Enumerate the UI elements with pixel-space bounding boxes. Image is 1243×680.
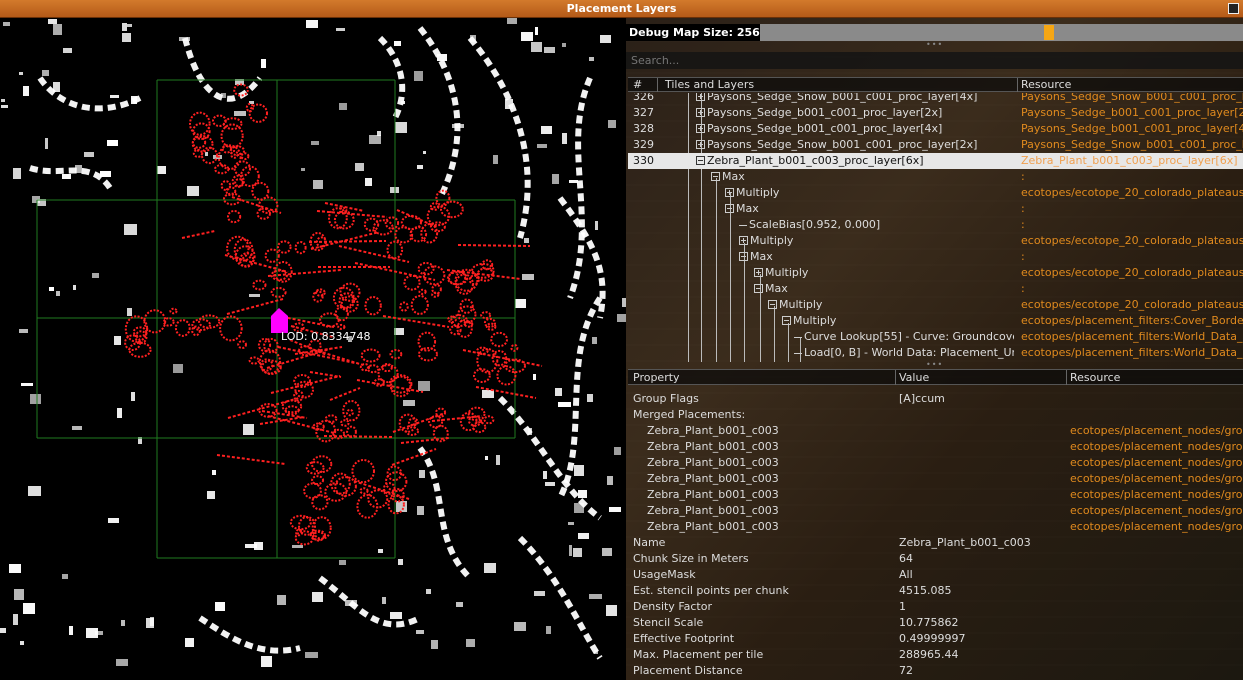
column-header-property[interactable]: Property xyxy=(633,370,680,385)
property-row[interactable]: Density Factor 1 xyxy=(628,599,1243,615)
tree-row[interactable]: 329 Paysons_Sedge_Snow_b001_c001_proc_la… xyxy=(628,137,1243,153)
close-icon[interactable] xyxy=(1228,3,1239,14)
tree-row[interactable]: ScaleBias[0.952, 0.000] : xyxy=(628,217,1243,233)
tree-row[interactable]: 326 Paysons_Sedge_Snow_b001_c001_proc_la… xyxy=(628,93,1243,105)
property-row[interactable]: Max. Placement per tile 288965.44 xyxy=(628,647,1243,663)
layer-tree[interactable]: 326 Paysons_Sedge_Snow_b001_c001_proc_la… xyxy=(628,93,1243,362)
tree-header: # Tiles and Layers Resource xyxy=(628,77,1243,92)
property-row[interactable]: UsageMask All xyxy=(628,567,1243,583)
splitter-grip-icon[interactable]: ••• xyxy=(926,361,942,369)
tree-row[interactable]: Multiply ecotopes/ecotope_20_colorado_pl… xyxy=(628,233,1243,249)
placement-map-canvas[interactable] xyxy=(0,18,626,680)
tree-row[interactable]: Max : xyxy=(628,169,1243,185)
properties-table[interactable]: Group Flags [A]ccum Merged Placements: Z… xyxy=(628,390,1243,680)
collapse-icon[interactable] xyxy=(711,172,720,181)
collapse-icon[interactable] xyxy=(782,316,791,325)
tree-row[interactable]: Multiply ecotopes/ecotope_20_colorado_pl… xyxy=(628,265,1243,281)
tree-row[interactable]: Max : xyxy=(628,281,1243,297)
tree-row[interactable]: Load[0, B] - World Data: Placement_Unde.… xyxy=(628,345,1243,361)
debug-map-size-label: Debug Map Size: 256 xyxy=(626,24,760,41)
column-header-resource[interactable]: Resource xyxy=(1070,370,1120,385)
merged-placement-row[interactable]: Zebra_Plant_b001_c003 ecotopes/placement… xyxy=(628,455,1243,471)
column-header-tiles[interactable]: Tiles and Layers xyxy=(665,78,754,92)
title-bar: Placement Layers xyxy=(0,0,1243,18)
tree-row[interactable]: Curve Lookup[55] - Curve: Groundcover_..… xyxy=(628,329,1243,345)
expand-icon[interactable] xyxy=(696,108,705,117)
merged-placement-row[interactable]: Zebra_Plant_b001_c003 ecotopes/placement… xyxy=(628,519,1243,535)
tree-row[interactable]: Max : xyxy=(628,249,1243,265)
tree-row[interactable]: Multiply ecotopes/ecotope_20_colorado_pl… xyxy=(628,297,1243,313)
debug-map-size-slider[interactable] xyxy=(760,24,1243,41)
splitter-grip-icon[interactable]: ••• xyxy=(926,41,942,49)
property-row[interactable]: Name Zebra_Plant_b001_c003 xyxy=(628,535,1243,551)
merged-placement-row[interactable]: Zebra_Plant_b001_c003 ecotopes/placement… xyxy=(628,503,1243,519)
property-row[interactable]: Effective Footprint 0.49999997 xyxy=(628,631,1243,647)
lod-label: LOD: 0.8334748 xyxy=(281,330,371,343)
collapse-icon[interactable] xyxy=(696,156,705,165)
tree-row[interactable]: 328 Paysons_Sedge_b001_c001_proc_layer[4… xyxy=(628,121,1243,137)
tree-row[interactable]: Multiply ecotopes/ecotope_20_colorado_pl… xyxy=(628,185,1243,201)
search-input[interactable] xyxy=(626,52,1243,69)
debug-map-size-control: Debug Map Size: 256 xyxy=(626,24,1243,41)
property-row[interactable]: Stencil Scale 10.775862 xyxy=(628,615,1243,631)
column-header-value[interactable]: Value xyxy=(899,370,929,385)
tree-row[interactable]: 327 Paysons_Sedge_b001_c001_proc_layer[2… xyxy=(628,105,1243,121)
property-row[interactable]: Placement Distance 72 xyxy=(628,663,1243,679)
window-title: Placement Layers xyxy=(566,2,677,15)
expand-icon[interactable] xyxy=(725,188,734,197)
properties-header: Property Value Resource xyxy=(628,369,1243,385)
layers-panel: Debug Map Size: 256 ••• # Tiles and Laye… xyxy=(626,18,1243,680)
property-row[interactable]: Merged Placements: xyxy=(628,407,1243,423)
expand-icon[interactable] xyxy=(739,236,748,245)
collapse-icon[interactable] xyxy=(754,284,763,293)
expand-icon[interactable] xyxy=(696,124,705,133)
column-header-num[interactable]: # xyxy=(633,78,642,92)
merged-placement-row[interactable]: Zebra_Plant_b001_c003 ecotopes/placement… xyxy=(628,439,1243,455)
merged-placement-row[interactable]: Zebra_Plant_b001_c003 ecotopes/placement… xyxy=(628,487,1243,503)
property-row[interactable]: Chunk Size in Meters 64 xyxy=(628,551,1243,567)
tree-row-selected[interactable]: 330 Zebra_Plant_b001_c003_proc_layer[6x]… xyxy=(628,153,1243,169)
merged-placement-row[interactable]: Zebra_Plant_b001_c003 ecotopes/placement… xyxy=(628,471,1243,487)
expand-icon[interactable] xyxy=(754,268,763,277)
slider-thumb[interactable] xyxy=(1044,25,1054,40)
collapse-icon[interactable] xyxy=(739,252,748,261)
tree-row[interactable]: Multiply ecotopes/placement_filters:Cove… xyxy=(628,313,1243,329)
expand-icon[interactable] xyxy=(696,93,705,101)
merged-placement-row[interactable]: Zebra_Plant_b001_c003 ecotopes/placement… xyxy=(628,423,1243,439)
collapse-icon[interactable] xyxy=(725,204,734,213)
tree-row[interactable]: Max : xyxy=(628,201,1243,217)
property-row[interactable]: Est. stencil points per chunk 4515.085 xyxy=(628,583,1243,599)
collapse-icon[interactable] xyxy=(768,300,777,309)
property-row[interactable]: Group Flags [A]ccum xyxy=(628,391,1243,407)
expand-icon[interactable] xyxy=(696,140,705,149)
debug-map-view[interactable]: LOD: 0.8334748 xyxy=(0,18,626,680)
column-header-resource[interactable]: Resource xyxy=(1021,78,1071,92)
